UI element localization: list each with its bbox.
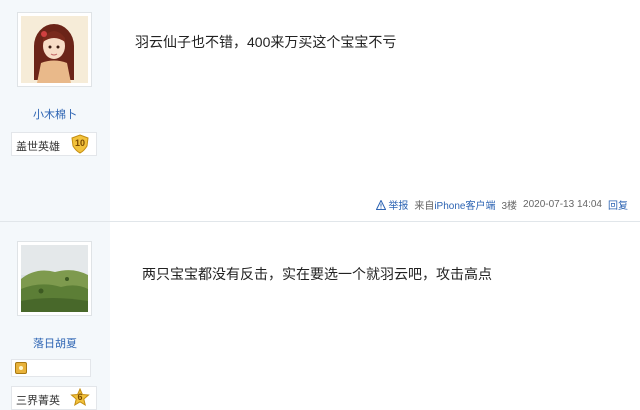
level-badge: 6 xyxy=(70,388,90,408)
post-timestamp: 2020-07-13 14:04 xyxy=(523,199,602,210)
level-badge: 10 xyxy=(70,134,90,154)
badge-level-number: 6 xyxy=(77,392,83,402)
badge-name: 盖世英雄 xyxy=(16,141,60,153)
avatar[interactable] xyxy=(17,241,92,316)
medal-icon[interactable] xyxy=(15,362,27,374)
medal-row xyxy=(11,359,91,377)
avatar[interactable] xyxy=(17,12,92,87)
username[interactable]: 落日胡夏 xyxy=(0,335,110,351)
report-label: 举报 xyxy=(388,201,409,212)
title-badge[interactable]: 三界菁英 6 xyxy=(11,386,97,410)
anime-girl-avatar-icon xyxy=(21,16,88,83)
badge-name: 三界菁英 xyxy=(16,395,60,407)
warning-triangle-icon xyxy=(376,199,387,210)
report-link[interactable]: 举报 xyxy=(376,197,408,212)
post-meta: 举报 来自 iPhone客户端 3楼 2020-07-13 14:04 回复 xyxy=(376,197,628,212)
source-device-link[interactable]: iPhone客户端 xyxy=(434,197,495,212)
source-prefix: 来自 xyxy=(414,201,435,212)
post-floor-3: 小木棉卜 盖世英雄 10 羽云仙子也不错，400来万买这个宝宝不亏 举报 来自 xyxy=(0,0,640,222)
username[interactable]: 小木棉卜 xyxy=(0,106,110,122)
reply-link[interactable]: 回复 xyxy=(608,197,628,212)
title-badge[interactable]: 盖世英雄 10 xyxy=(11,132,97,156)
post-content: 两只宝宝都没有反击，实在要选一个就羽云吧，攻击高点 xyxy=(142,266,492,282)
post-next: 落日胡夏 三界菁英 6 两只宝宝都没有反击，实在要选一个就羽云吧，攻击高点 xyxy=(0,222,640,410)
forum-thread: 小木棉卜 盖世英雄 10 羽云仙子也不错，400来万买这个宝宝不亏 举报 来自 xyxy=(0,0,640,410)
badge-level-number: 10 xyxy=(74,138,85,148)
post-content: 羽云仙子也不错，400来万买这个宝宝不亏 xyxy=(135,34,397,50)
floor-number: 3楼 xyxy=(501,201,518,212)
landscape-avatar-icon xyxy=(21,245,88,312)
